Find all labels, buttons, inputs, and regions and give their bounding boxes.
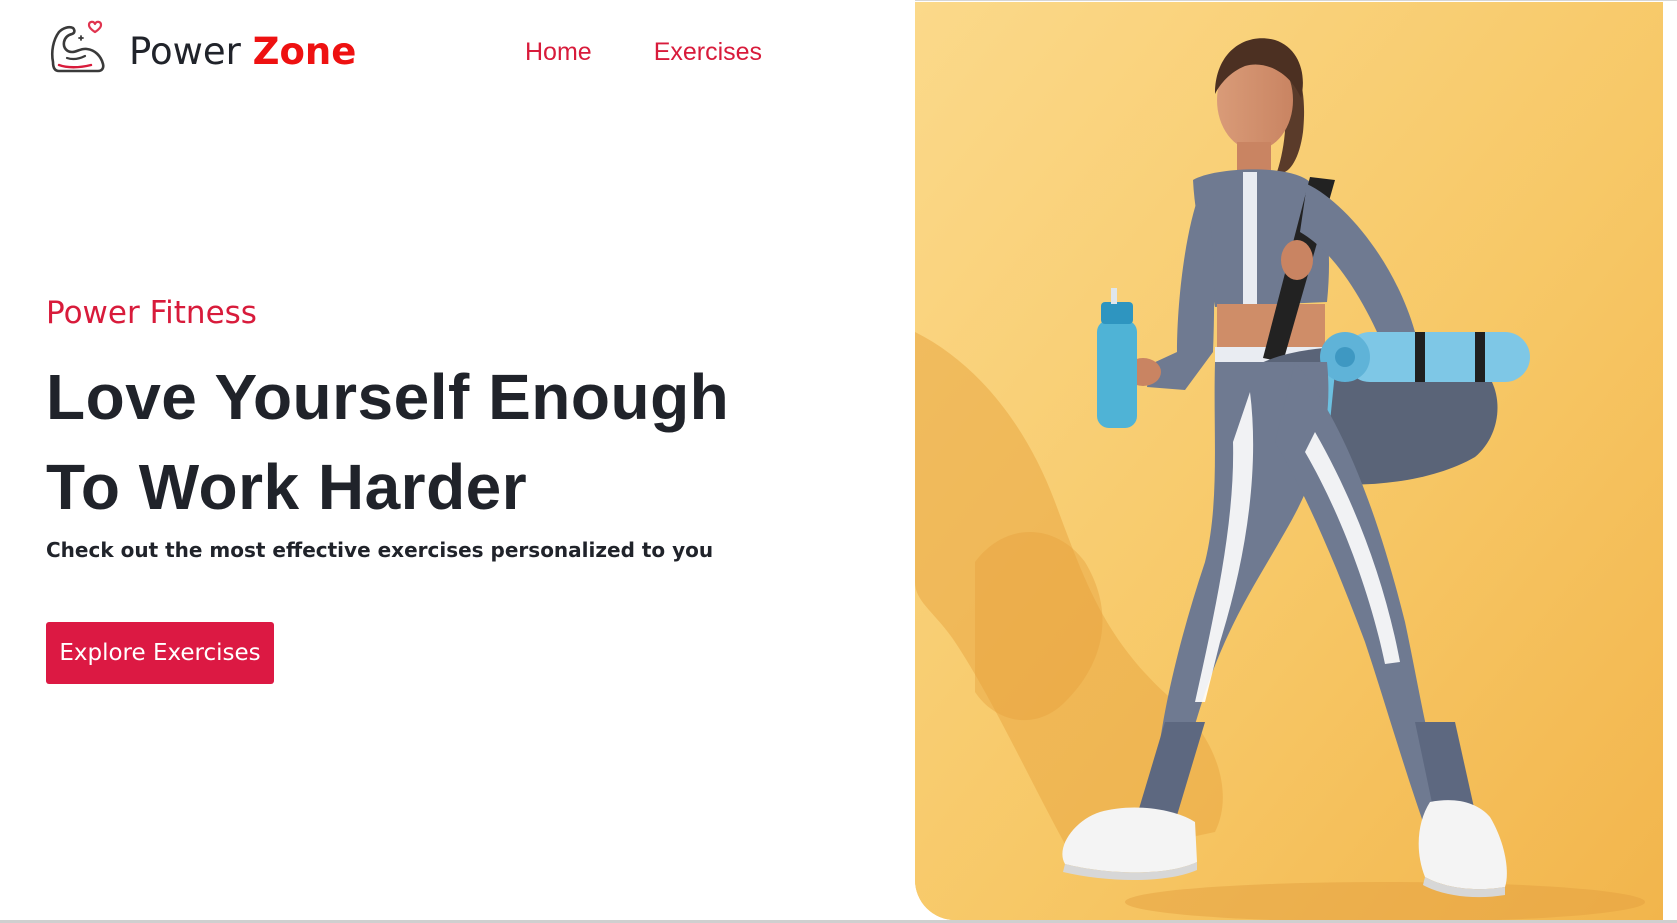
hero-kicker: Power Fitness: [46, 295, 257, 331]
brand-name: Power Zone: [129, 33, 356, 70]
hero-headline: Love Yourself Enough To Work Harder: [46, 352, 729, 532]
explore-exercises-button[interactable]: Explore Exercises: [46, 622, 274, 684]
brand-name-first: Power: [129, 29, 241, 73]
brand[interactable]: Power Zone: [45, 18, 356, 78]
nav-link-exercises[interactable]: Exercises: [654, 38, 762, 67]
woman-with-yoga-mat-and-shaker-photo: [915, 2, 1663, 920]
flexed-arm-heart-icon: [50, 20, 105, 73]
nav-link-home[interactable]: Home: [525, 38, 592, 67]
hero-banner-image: [915, 2, 1663, 920]
hero-subtext: Check out the most effective exercises p…: [46, 538, 714, 562]
brand-name-accent: Zone: [252, 29, 357, 73]
hero-headline-line-2: To Work Harder: [46, 451, 528, 523]
main-nav: Home Exercises: [525, 38, 762, 67]
hero-left-panel: Power Zone Home Exercises Power Fitness …: [0, 0, 915, 920]
hero-headline-line-1: Love Yourself Enough: [46, 361, 730, 433]
